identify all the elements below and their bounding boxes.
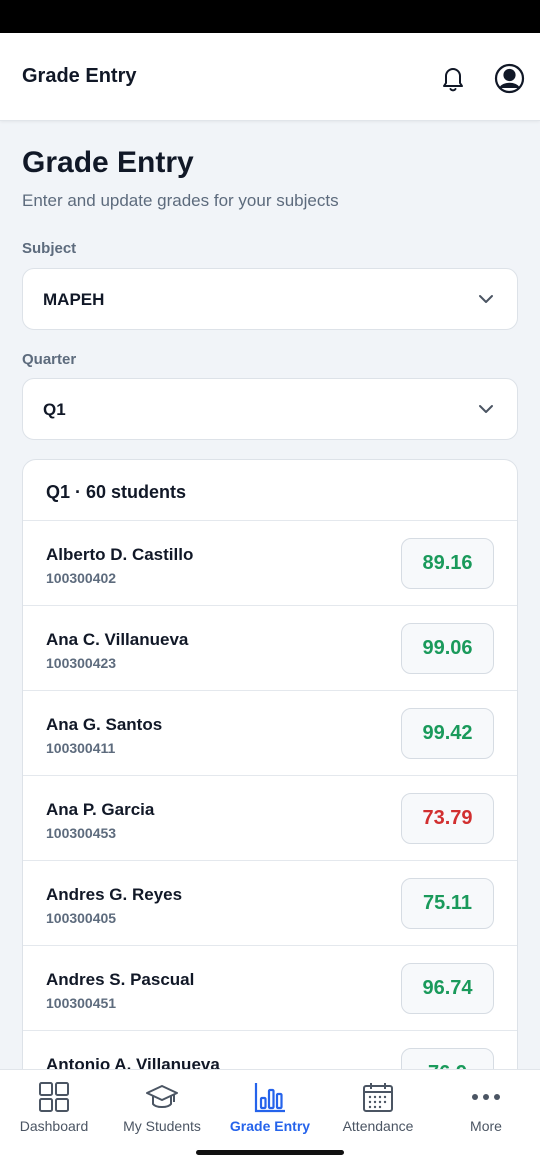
student-row[interactable]: Ana C. Villanueva 100300423 99.06	[23, 606, 517, 691]
student-id: 100300451	[46, 995, 117, 1011]
app-bar-title: Grade Entry	[22, 65, 137, 87]
student-row[interactable]: Andres G. Reyes 100300405 75.11	[23, 861, 517, 946]
page-subtitle: Enter and update grades for your subject…	[22, 191, 339, 210]
student-id: 100300405	[46, 910, 117, 926]
nav-attendance[interactable]: Attendance	[324, 1070, 432, 1150]
more-icon	[472, 1094, 500, 1100]
grades-card: Q1 · 60 students Alberto D. Castillo 100…	[22, 459, 518, 1099]
nav-label: Dashboard	[19, 1118, 89, 1134]
nav-label: More	[470, 1118, 502, 1134]
bar-chart-icon	[254, 1083, 285, 1113]
nav-grade-entry[interactable]: Grade Entry	[216, 1070, 324, 1150]
app-bar: Grade Entry	[0, 33, 540, 121]
grade-input[interactable]: 99.06	[401, 623, 494, 674]
quarter-label: Quarter	[22, 351, 77, 368]
grade-input[interactable]: 89.16	[401, 538, 494, 589]
subject-select[interactable]: MAPEH	[22, 268, 518, 330]
home-indicator	[196, 1150, 344, 1155]
status-bar	[0, 0, 540, 33]
student-row[interactable]: Andres S. Pascual 100300451 96.74	[23, 946, 517, 1031]
dashboard-icon	[39, 1082, 69, 1112]
nav-label: My Students	[123, 1118, 201, 1134]
page-title: Grade Entry	[22, 146, 194, 179]
student-name: Alberto D. Castillo	[46, 545, 194, 564]
student-id: 100300402	[46, 570, 117, 586]
student-id: 100300411	[46, 740, 116, 756]
nav-my-students[interactable]: My Students	[108, 1070, 216, 1150]
nav-more[interactable]: More	[432, 1070, 540, 1150]
grade-input[interactable]: 96.74	[401, 963, 494, 1014]
student-name: Ana C. Villanueva	[46, 630, 189, 649]
graduation-cap-icon	[146, 1085, 178, 1108]
subject-select-value: MAPEH	[43, 290, 105, 309]
student-id: 100300423	[46, 655, 117, 671]
quarter-select-value: Q1	[43, 400, 66, 419]
grade-input[interactable]: 75.11	[401, 878, 494, 929]
nav-dashboard[interactable]: Dashboard	[0, 1070, 108, 1150]
nav-label: Grade Entry	[229, 1118, 311, 1134]
student-id: 100300453	[46, 825, 117, 841]
student-row[interactable]: Alberto D. Castillo 100300402 89.16	[23, 521, 517, 606]
student-name: Andres S. Pascual	[46, 970, 195, 989]
student-row[interactable]: Ana P. Garcia 100300453 73.79	[23, 776, 517, 861]
card-header: Q1 · 60 students	[23, 460, 517, 521]
subject-label: Subject	[22, 240, 77, 257]
nav-label: Attendance	[342, 1118, 414, 1134]
grade-input[interactable]: 73.79	[401, 793, 494, 844]
account-icon[interactable]	[494, 63, 525, 94]
grade-input[interactable]: 99.42	[401, 708, 494, 759]
student-name: Ana P. Garcia	[46, 800, 155, 819]
quarter-select[interactable]: Q1	[22, 378, 518, 440]
card-header-text: Q1 · 60 students	[46, 482, 187, 502]
student-name: Andres G. Reyes	[46, 885, 183, 904]
student-row[interactable]: Ana G. Santos 100300411 99.42	[23, 691, 517, 776]
student-name: Ana G. Santos	[46, 715, 163, 734]
chevron-down-icon	[479, 295, 493, 303]
bell-icon[interactable]	[438, 63, 468, 93]
calendar-icon	[363, 1083, 393, 1112]
chevron-down-icon	[479, 405, 493, 413]
